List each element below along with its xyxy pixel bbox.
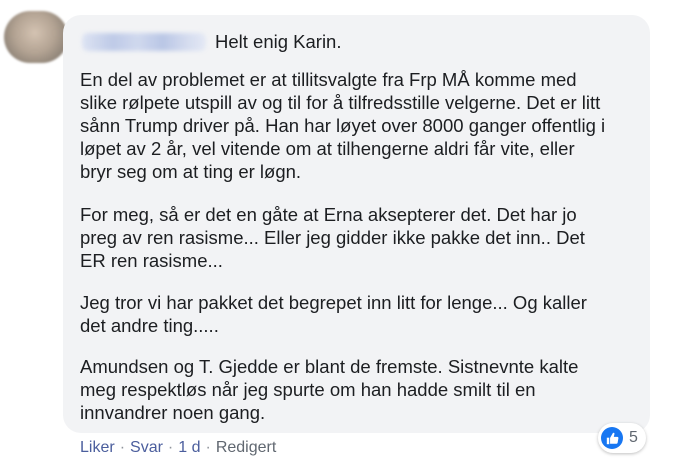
separator-dot: ·: [205, 439, 211, 456]
separator-dot: ·: [119, 439, 126, 456]
comment-paragraph-4: Amundsen og T. Gjedde er blant de fremst…: [80, 355, 578, 424]
reaction-badge[interactable]: 5: [598, 423, 646, 453]
thumbs-up-icon: [601, 427, 623, 449]
comment-first-line: Helt enig Karin.: [215, 31, 342, 52]
comment-line: Amundsen og T. Gjedde er blant de fremst…: [80, 356, 579, 377]
comment-paragraph-3: Jeg tror vi har pakket det begrepet inn …: [80, 291, 587, 337]
edited-label[interactable]: Redigert: [216, 439, 276, 456]
like-link[interactable]: Liker: [80, 439, 115, 456]
comment-paragraph-2: For meg, så er det en gåte at Erna aksep…: [80, 203, 585, 272]
comment-line: det andre ting.....: [80, 315, 219, 336]
comment-line: innvandrer noen gang.: [80, 402, 266, 423]
comment-paragraph-1: En del av problemet er at tillitsvalgte …: [80, 68, 605, 183]
comment-line: preg av ren rasisme... Eller jeg gidder …: [80, 227, 585, 248]
comment-line: bryr seg om at ting er løgn.: [80, 161, 302, 182]
comment-line: For meg, så er det en gåte at Erna aksep…: [80, 204, 577, 225]
comment-line: sånn Trump driver på. Han har løyet over…: [80, 115, 606, 136]
author-name-redacted[interactable]: [82, 33, 206, 51]
comment-line: En del av problemet er at tillitsvalgte …: [80, 69, 577, 90]
comment-line: ER ren rasisme...: [80, 250, 223, 271]
comment-line: Jeg tror vi har pakket det begrepet inn …: [80, 292, 587, 313]
separator-dot: ·: [167, 439, 174, 456]
comment-actions: Liker · Svar · 1 d · Redigert: [80, 439, 276, 457]
timestamp-link[interactable]: 1 d: [178, 439, 200, 456]
comment-line: slike rølpete utspill av og til for å ti…: [80, 92, 601, 113]
reaction-count: 5: [629, 429, 638, 446]
reply-link[interactable]: Svar: [130, 439, 163, 456]
comment-screenshot: Helt enig Karin. En del av problemet er …: [0, 0, 682, 465]
avatar[interactable]: [4, 11, 68, 63]
comment-line: meg respektløs når jeg spurte om han had…: [80, 379, 536, 400]
comment-line: løpet av 2 år, vel vitende om at tilheng…: [80, 138, 575, 159]
